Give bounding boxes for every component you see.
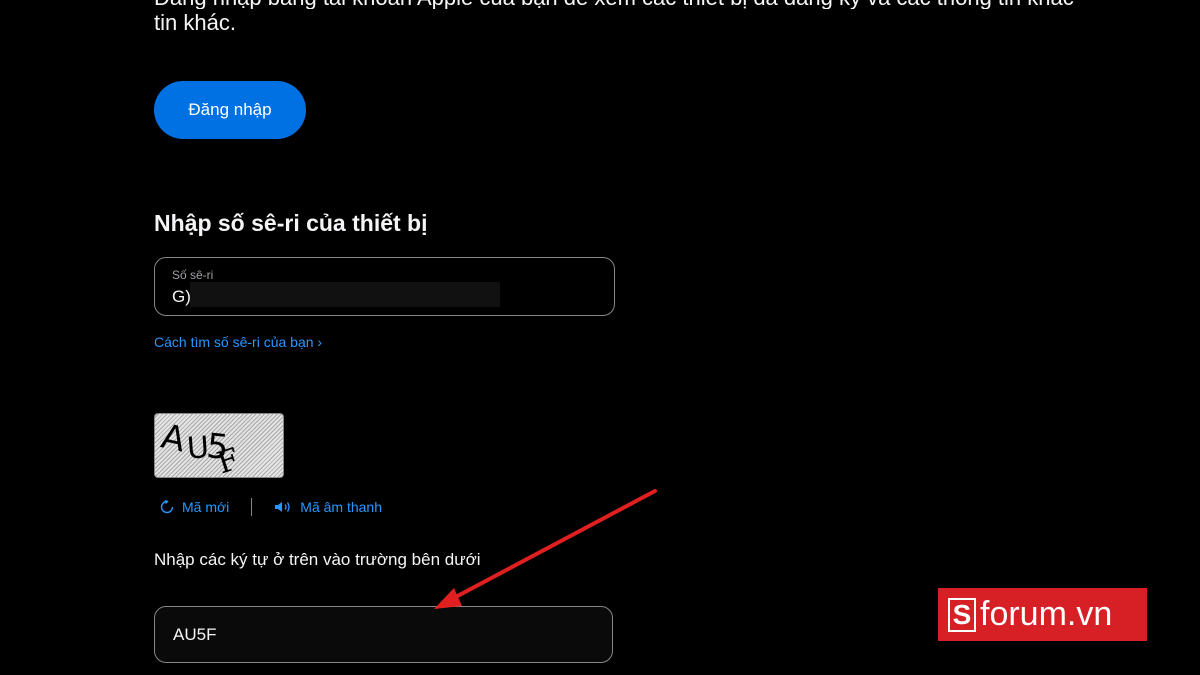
serial-field-label: Số sê-ri bbox=[172, 268, 214, 282]
captcha-instruction: Nhập các ký tự ở trên vào trường bên dướ… bbox=[154, 550, 481, 569]
audio-code-label: Mã âm thanh bbox=[300, 499, 383, 515]
serial-section-title: Nhập số sê-ri của thiết bị bbox=[154, 210, 428, 236]
sforum-logo-icon: S bbox=[948, 597, 976, 632]
speaker-icon bbox=[275, 502, 290, 512]
sforum-watermark: S forum.vn bbox=[938, 588, 1147, 641]
intro-text-cut: Đăng nhập bằng tài khoản Apple của bạn đ… bbox=[154, 0, 1200, 9]
find-serial-link[interactable]: Cách tìm số sê-ri của bạn › bbox=[154, 334, 322, 350]
captcha-char: A bbox=[158, 417, 189, 461]
audio-code-button[interactable]: Mã âm thanh bbox=[274, 499, 382, 515]
captcha-input[interactable]: AU5F bbox=[154, 606, 613, 663]
divider bbox=[251, 498, 253, 516]
watermark-text: forum.vn bbox=[980, 595, 1113, 633]
serial-field-value: G) bbox=[172, 287, 191, 306]
refresh-icon bbox=[160, 500, 174, 514]
redaction-block bbox=[190, 282, 500, 307]
new-code-button[interactable]: Mã mới bbox=[160, 499, 229, 515]
captcha-actions: Mã mới Mã âm thanh bbox=[160, 497, 382, 517]
sign-in-button[interactable]: Đăng nhập bbox=[154, 81, 306, 139]
captcha-char: F bbox=[213, 442, 244, 477]
new-code-label: Mã mới bbox=[182, 499, 230, 515]
captcha-image: A U 5 F bbox=[154, 413, 284, 478]
intro-text: tin khác. bbox=[154, 10, 236, 35]
